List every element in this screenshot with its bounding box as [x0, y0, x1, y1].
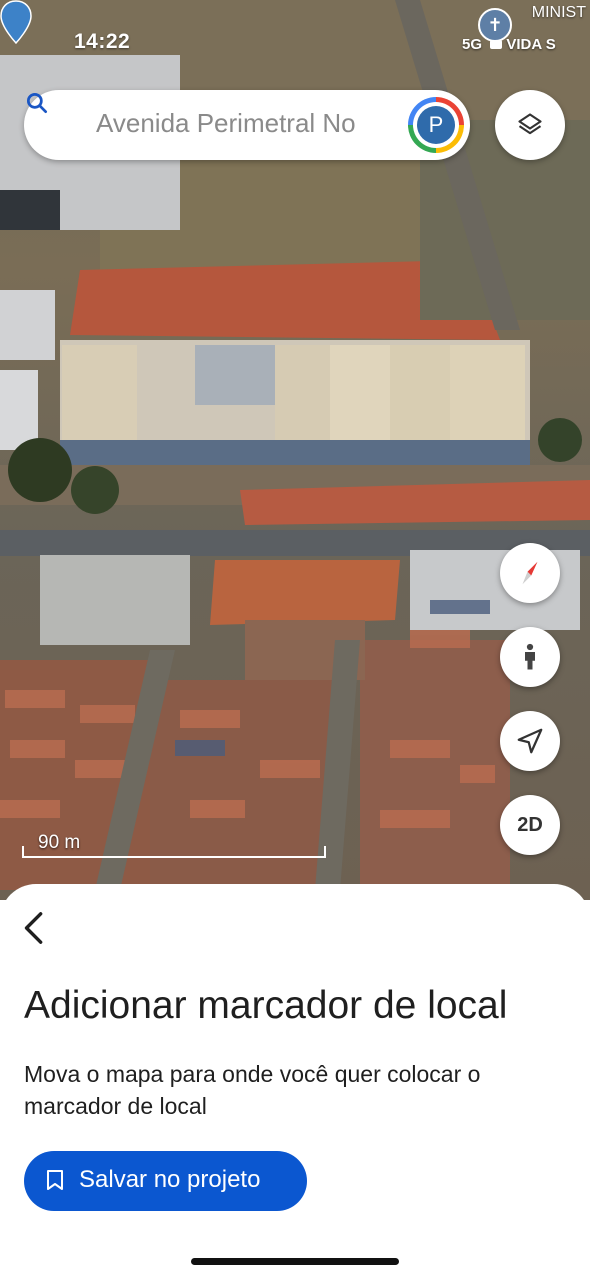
back-arrow-icon[interactable]: [18, 908, 52, 948]
scale-bar: 90 m: [22, 830, 326, 858]
place-label-line2: VIDA S: [506, 36, 556, 53]
map-view[interactable]: 14:22 ✝ MINIST 5G VIDA S Avenida Perimet…: [0, 0, 590, 900]
location-pin-icon: [0, 0, 32, 44]
status-time: 14:22: [74, 30, 131, 53]
home-indicator[interactable]: [191, 1258, 399, 1265]
search-bar[interactable]: Avenida Perimetral No P: [24, 90, 470, 160]
battery-icon: [490, 40, 503, 49]
network-type: 5G: [462, 36, 483, 53]
search-icon[interactable]: [24, 90, 50, 116]
layers-button[interactable]: [495, 90, 565, 160]
my-location-button[interactable]: [500, 711, 560, 771]
bookmark-icon: [47, 1170, 63, 1190]
place-label: MINIST: [532, 4, 586, 22]
scale-line: [22, 846, 326, 858]
network-indicator: 5G VIDA S: [462, 36, 556, 53]
navigation-arrow-icon: [517, 728, 543, 754]
save-button-label: Salvar no projeto: [79, 1166, 261, 1193]
view-mode-2d-button[interactable]: 2D: [500, 795, 560, 855]
bottom-sheet: Adicionar marcador de local Mova o mapa …: [0, 884, 590, 1280]
compass-icon: [522, 561, 538, 585]
save-to-project-button[interactable]: Salvar no projeto: [24, 1151, 307, 1211]
search-input[interactable]: Avenida Perimetral No: [96, 108, 402, 139]
place-label-line1: MINIST: [531, 4, 586, 21]
avatar[interactable]: P: [408, 97, 464, 153]
street-view-button[interactable]: [500, 627, 560, 687]
compass-button[interactable]: [500, 543, 560, 603]
avatar-letter: P: [417, 106, 455, 144]
sheet-description: Mova o mapa para onde você quer colocar …: [24, 1061, 481, 1119]
sheet-title: Adicionar marcador de local: [24, 984, 508, 1027]
layers-icon: [518, 113, 542, 135]
pegman-icon: [525, 643, 535, 670]
